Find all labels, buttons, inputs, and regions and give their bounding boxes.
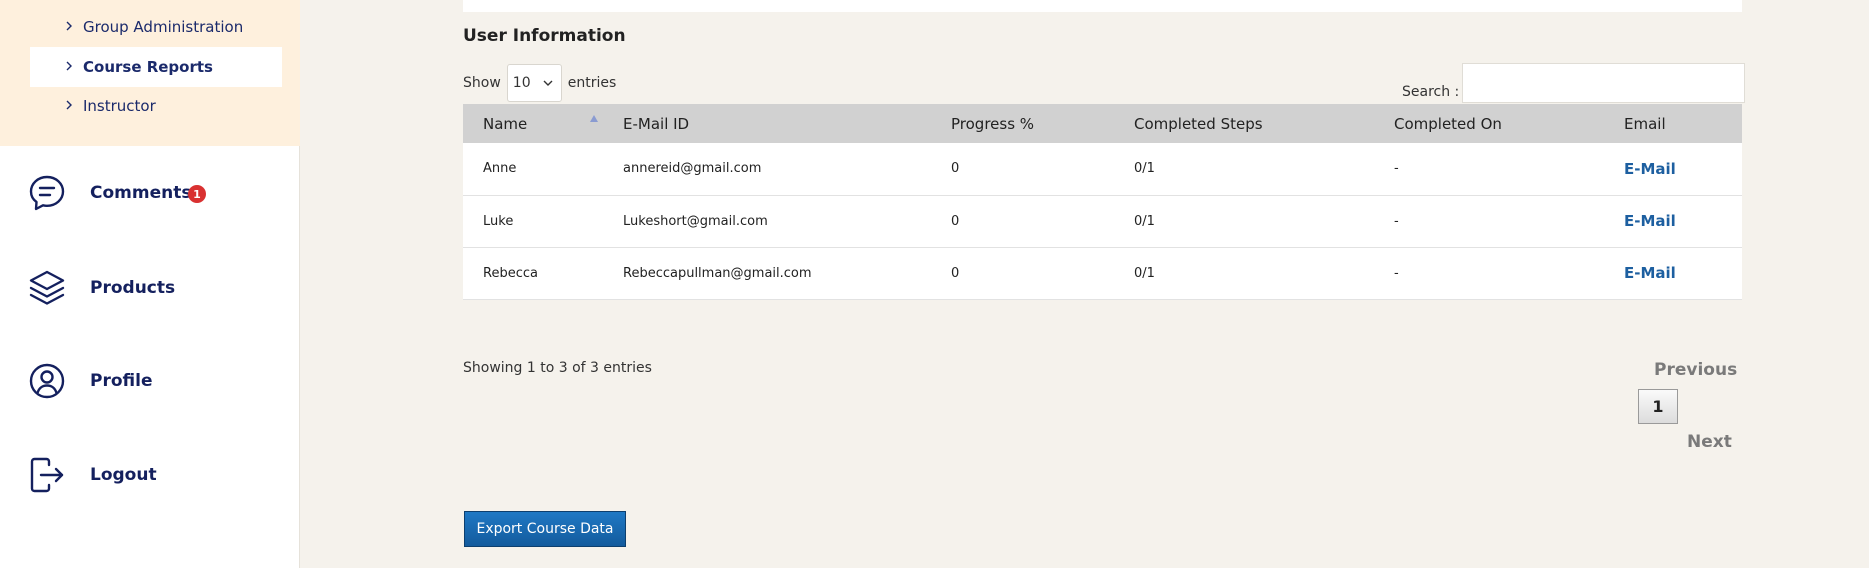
sidebar-item-course-reports[interactable]: Course Reports <box>30 47 282 87</box>
column-header-name[interactable]: Name <box>463 104 603 143</box>
cell-name: Anne <box>483 161 517 177</box>
cell-email-id: Rebeccapullman@gmail.com <box>623 265 812 281</box>
search-control: Search : <box>1402 63 1746 103</box>
email-link[interactable]: E-Mail <box>1604 143 1742 195</box>
user-icon <box>29 363 65 399</box>
pagination-previous[interactable]: Previous <box>1654 360 1737 380</box>
sort-ascending-icon <box>590 115 598 122</box>
entries-value: 10 <box>512 75 531 91</box>
sidebar-item-label: Comments <box>90 183 192 203</box>
pagination-next[interactable]: Next <box>1687 432 1732 452</box>
sidebar-item-label: Group Administration <box>83 18 244 36</box>
column-header-completed-steps[interactable]: Completed Steps <box>1114 104 1374 143</box>
search-label: Search : <box>1402 84 1460 100</box>
column-header-progress[interactable]: Progress % <box>931 104 1114 143</box>
column-header-email-id[interactable]: E-Mail ID <box>603 104 931 143</box>
sidebar-item-comments[interactable]: Comments 1 <box>0 163 300 223</box>
section-title: User Information <box>463 26 626 46</box>
cell-completed-steps: 0/1 <box>1134 213 1155 229</box>
chevron-right-icon <box>66 21 72 31</box>
cell-progress: 0 <box>951 265 960 281</box>
notification-badge: 1 <box>188 185 206 203</box>
search-input[interactable] <box>1462 63 1746 103</box>
table-row: Anne annereid@gmail.com 0 0/1 - E-Mail <box>463 143 1742 195</box>
chevron-down-icon <box>543 80 553 86</box>
cell-completed-on: - <box>1394 265 1399 281</box>
sidebar-item-group-administration[interactable]: Group Administration <box>30 7 282 47</box>
sidebar-item-logout[interactable]: Logout <box>0 445 300 505</box>
cell-completed-on: - <box>1394 213 1399 229</box>
comment-icon <box>29 175 65 211</box>
cell-email-id: annereid@gmail.com <box>623 161 762 177</box>
cell-completed-steps: 0/1 <box>1134 161 1155 177</box>
entries-length-control: Show 10 entries <box>463 64 616 102</box>
sidebar-item-profile[interactable]: Profile <box>0 351 300 411</box>
cell-email-id: Lukeshort@gmail.com <box>623 213 768 229</box>
show-label: Show <box>463 75 501 91</box>
pagination-page-1[interactable]: 1 <box>1638 389 1678 424</box>
cell-progress: 0 <box>951 213 960 229</box>
sidebar-item-instructor[interactable]: Instructor <box>30 86 282 126</box>
entries-select[interactable]: 10 <box>506 64 562 102</box>
cell-progress: 0 <box>951 161 960 177</box>
column-header-completed-on[interactable]: Completed On <box>1374 104 1604 143</box>
column-header-email[interactable]: Email <box>1604 104 1742 143</box>
cell-name: Luke <box>483 213 514 229</box>
table-row: Luke Lukeshort@gmail.com 0 0/1 - E-Mail <box>463 195 1742 247</box>
sidebar-item-label: Profile <box>90 371 153 391</box>
export-course-data-button[interactable]: Export Course Data <box>464 511 626 547</box>
email-link[interactable]: E-Mail <box>1604 195 1742 247</box>
sidebar: Group Administration Course Reports Inst… <box>0 0 300 568</box>
email-link[interactable]: E-Mail <box>1604 247 1742 299</box>
sidebar-item-label: Logout <box>90 465 157 485</box>
table-header-row: Name E-Mail ID Progress % Completed Step… <box>463 104 1742 143</box>
sidebar-item-label: Products <box>90 278 176 298</box>
user-table: Name E-Mail ID Progress % Completed Step… <box>463 104 1742 300</box>
cell-completed-on: - <box>1394 161 1399 177</box>
top-panel-edge <box>463 0 1742 12</box>
table-info: Showing 1 to 3 of 3 entries <box>463 360 652 376</box>
cell-completed-steps: 0/1 <box>1134 265 1155 281</box>
chevron-right-icon <box>66 61 72 71</box>
entries-label: entries <box>567 75 617 91</box>
sidebar-item-label: Course Reports <box>83 58 213 76</box>
layers-icon <box>29 270 65 305</box>
table-row: Rebecca Rebeccapullman@gmail.com 0 0/1 -… <box>463 247 1742 299</box>
sidebar-submenu: Group Administration Course Reports Inst… <box>0 0 300 146</box>
cell-name: Rebecca <box>483 265 538 281</box>
chevron-right-icon <box>66 100 72 110</box>
sidebar-item-label: Instructor <box>83 97 156 115</box>
sidebar-item-products[interactable]: Products <box>0 258 300 318</box>
logout-icon <box>30 457 64 493</box>
